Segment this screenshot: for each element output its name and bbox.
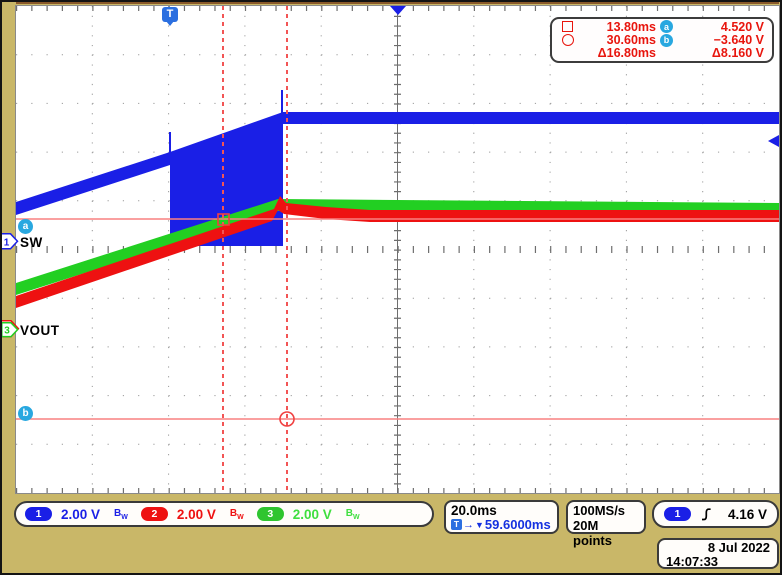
date: 8 Jul 2022 (666, 541, 770, 555)
cursor-b-voltage: −3.640 V (680, 33, 764, 47)
ch3-label: VOUT (20, 323, 60, 338)
trigger-source-badge: 1 (664, 507, 691, 521)
cursor1-square-icon (562, 21, 573, 32)
channel-scale-bar[interactable]: 1 2.00 V BW 2 2.00 V BW 3 2.00 V BW (14, 501, 434, 527)
cursor-a-icon: a (660, 20, 673, 33)
record-length: 20M points (573, 518, 639, 548)
ch3-scale: 2.00 V (293, 507, 332, 522)
ch2-scale: 2.00 V (177, 507, 216, 522)
timebase-box[interactable]: 20.0ms T → ▼ 59.6000ms (444, 500, 559, 534)
waveform-display (16, 6, 779, 493)
ch1-ramp-band (16, 152, 170, 215)
cursor2-time: 30.60ms (582, 33, 656, 47)
ch1-badge[interactable]: 1 (25, 507, 52, 521)
trigger-t-icon: T (451, 519, 462, 530)
rising-edge-icon (701, 508, 712, 521)
trigger-level-arrow (768, 135, 779, 147)
cursor1-time: 13.80ms (582, 20, 656, 34)
cursor-readout-box[interactable]: 13.80ms a 4.520 V 30.60ms b −3.640 V Δ16… (550, 17, 774, 63)
ch1-bandwidth-icon: BW (114, 508, 128, 521)
datetime-box: 8 Jul 2022 14:07:33 (657, 538, 779, 569)
ch1-scale: 2.00 V (61, 507, 100, 522)
ch1-label: SW (20, 235, 43, 250)
expansion-point-marker (390, 6, 406, 15)
oscilloscope-screen: T 1 SW 3 VOUT a b 13.80ms a 4.520 V 30.6… (0, 0, 782, 575)
cursor2-circle-icon (562, 34, 574, 46)
ch1-ground-marker[interactable]: 1 (0, 233, 20, 250)
time: 14:07:33 (666, 555, 770, 569)
record-view-bar (16, 2, 779, 4)
graticule (16, 6, 779, 493)
ch2-ch3-ground-marker[interactable]: 3 (0, 320, 21, 339)
timebase-delay: T → ▼ 59.6000ms (451, 517, 552, 532)
ch3-badge[interactable]: 3 (257, 507, 284, 521)
cursor-b-icon: b (660, 34, 673, 47)
ch2-badge[interactable]: 2 (141, 507, 168, 521)
cursor-delta-time: Δ16.80ms (582, 46, 656, 60)
timebase-scale: 20.0ms (451, 503, 552, 518)
cursor-b-bubble[interactable]: b (18, 406, 33, 421)
acquisition-box[interactable]: 100MS/s 20M points (566, 500, 646, 534)
cursor-delta-voltage: Δ8.160 V (680, 46, 764, 60)
svg-text:1: 1 (4, 237, 10, 248)
sample-rate: 100MS/s (573, 503, 639, 518)
ch1-flat-band (283, 112, 779, 124)
arrow-right-icon: → (463, 519, 474, 531)
ch3-bandwidth-icon: BW (346, 508, 360, 521)
delay-value: 59.6000ms (485, 517, 551, 532)
cursor-a-bubble[interactable]: a (18, 219, 33, 234)
ch2-bandwidth-icon: BW (230, 508, 244, 521)
trigger-box[interactable]: 1 4.16 V (652, 500, 779, 528)
svg-text:3: 3 (4, 326, 10, 337)
trigger-level: 4.16 V (728, 507, 767, 522)
ch3-ground-tag: 3 (1, 322, 20, 339)
cursor-a-voltage: 4.520 V (680, 20, 764, 34)
trigger-position-flag[interactable]: T (162, 7, 178, 22)
triangle-down-icon: ▼ (475, 520, 484, 530)
